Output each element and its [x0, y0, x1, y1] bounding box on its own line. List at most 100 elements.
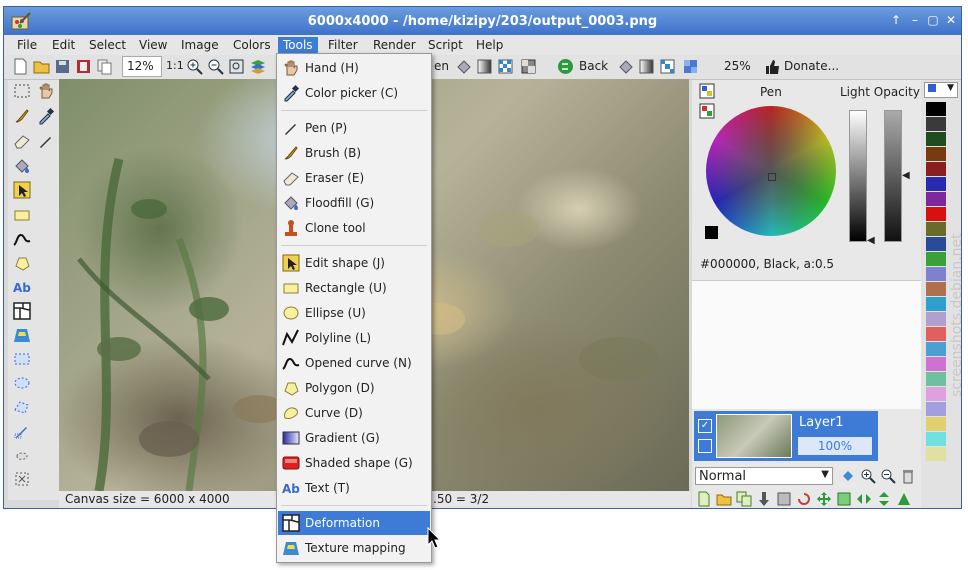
- gradient-mode-icon[interactable]: [476, 58, 493, 75]
- menu-item-shaded-shape[interactable]: Shaded shape (G): [278, 451, 430, 475]
- menu-item-text[interactable]: Ab Text (T): [278, 476, 430, 500]
- deformation-tool-icon[interactable]: [13, 302, 31, 320]
- reset-colors-icon[interactable]: [699, 103, 715, 119]
- palette-swatch[interactable]: [926, 447, 946, 461]
- copy-icon[interactable]: [96, 58, 113, 75]
- menu-item-gradient[interactable]: Gradient (G): [278, 426, 430, 450]
- palette-swatch[interactable]: [926, 417, 946, 431]
- palette-swatch[interactable]: [926, 222, 946, 236]
- maximize-icon[interactable]: ▢: [926, 13, 940, 27]
- back-gradient-icon[interactable]: [638, 58, 655, 75]
- palette-swatch[interactable]: [926, 192, 946, 206]
- open-folder-icon[interactable]: [33, 58, 50, 75]
- menu-item-edit-shape[interactable]: Edit shape (J): [278, 251, 430, 275]
- menu-render[interactable]: Render: [368, 37, 421, 54]
- palette-swatch[interactable]: [926, 267, 946, 281]
- edit-shape-tool-icon[interactable]: [13, 181, 31, 199]
- duplicate-layer-icon[interactable]: [736, 491, 752, 507]
- lightness-slider[interactable]: [849, 110, 867, 242]
- opacity-slider-handle[interactable]: ◀: [902, 170, 910, 181]
- save-icon[interactable]: [54, 58, 71, 75]
- minimize-icon[interactable]: –: [908, 13, 922, 27]
- layer-fill-icon[interactable]: [840, 468, 856, 484]
- merge-layer-icon[interactable]: [756, 491, 772, 507]
- transparency-mode-icon[interactable]: [497, 58, 514, 75]
- add-layer-icon[interactable]: [696, 491, 712, 507]
- donate-button[interactable]: Donate...: [784, 59, 839, 73]
- zoom-out-icon[interactable]: [207, 58, 224, 75]
- palette-swatch[interactable]: [926, 402, 946, 416]
- layer-flip-h-icon[interactable]: [856, 491, 872, 507]
- menu-item-rectangle[interactable]: Rectangle (U): [278, 276, 430, 300]
- keep-above-icon[interactable]: ↑: [889, 13, 903, 27]
- layer-flip-v-icon[interactable]: [876, 491, 892, 507]
- select-pen-icon[interactable]: [13, 422, 31, 440]
- menu-item-floodfill[interactable]: Floodfill (G): [278, 191, 430, 215]
- layer-zoom-out-icon[interactable]: [880, 468, 896, 484]
- color-wheel-cursor[interactable]: [768, 173, 776, 181]
- menu-item-color-picker[interactable]: Color picker (C): [278, 81, 430, 105]
- menu-item-ellipse[interactable]: Ellipse (U): [278, 301, 430, 325]
- palette-swatch[interactable]: [926, 432, 946, 446]
- palette-swatch[interactable]: [926, 132, 946, 146]
- lightness-slider-handle[interactable]: ◀: [867, 235, 875, 246]
- palette-swatch[interactable]: [926, 342, 946, 356]
- menu-script[interactable]: Script: [423, 37, 468, 54]
- palette-swatch[interactable]: [926, 207, 946, 221]
- palette-swatch[interactable]: [926, 357, 946, 371]
- back-floodfill-icon[interactable]: [617, 58, 634, 75]
- menu-item-curve[interactable]: Curve (D): [278, 401, 430, 425]
- layer-visible-checkbox[interactable]: ✓: [698, 419, 712, 433]
- menu-item-hand[interactable]: Hand (H): [278, 56, 430, 80]
- layer-opacity[interactable]: 100%: [798, 437, 872, 455]
- layer-blend-icon[interactable]: [698, 439, 712, 453]
- zoom2-value[interactable]: 25%: [724, 59, 751, 73]
- texture-mapping-tool-icon[interactable]: [13, 326, 31, 344]
- swap-colors-icon[interactable]: [699, 83, 715, 99]
- layer-zoom-in-icon[interactable]: [860, 468, 876, 484]
- select-ellipse-icon[interactable]: [13, 374, 31, 392]
- palette-swatch[interactable]: [926, 297, 946, 311]
- zoom-fit-icon[interactable]: [228, 58, 245, 75]
- layer-move-icon[interactable]: [816, 491, 832, 507]
- menu-edit[interactable]: Edit: [47, 37, 80, 54]
- title-bar[interactable]: 6000x4000 - /home/kizipy/203/output_0003…: [4, 7, 961, 35]
- menu-filter[interactable]: Filter: [323, 37, 363, 54]
- palette-swatch[interactable]: [926, 327, 946, 341]
- zoom-1to1-button[interactable]: 1:1: [166, 59, 184, 72]
- back-transparency-icon[interactable]: [659, 58, 676, 75]
- menu-colors[interactable]: Colors: [228, 37, 276, 54]
- layer-rotate-icon[interactable]: [796, 491, 812, 507]
- polygon-tool-icon[interactable]: [13, 254, 31, 272]
- palette-swatch[interactable]: [926, 312, 946, 326]
- palette-swatch[interactable]: [926, 372, 946, 386]
- pen-tool-icon[interactable]: [37, 132, 55, 150]
- text-tool-icon[interactable]: Ab: [13, 278, 31, 296]
- layer-properties-icon[interactable]: [776, 491, 792, 507]
- menu-image[interactable]: Image: [176, 37, 224, 54]
- brush-tool-icon[interactable]: [13, 107, 31, 125]
- new-file-icon[interactable]: [12, 58, 29, 75]
- palette-swatch[interactable]: [926, 252, 946, 266]
- layers-icon[interactable]: [249, 58, 266, 75]
- menu-item-clone[interactable]: Clone tool: [278, 216, 430, 240]
- checker-mode-icon[interactable]: [520, 58, 537, 75]
- select-poly-icon[interactable]: [13, 398, 31, 416]
- color-wheel[interactable]: [706, 106, 836, 236]
- deselect-icon[interactable]: [13, 470, 31, 488]
- palette-menu-button[interactable]: ▼: [924, 82, 958, 98]
- zoom-field[interactable]: 12%: [122, 56, 162, 77]
- menu-item-pen[interactable]: Pen (P): [278, 116, 430, 140]
- rectangle-tool-icon[interactable]: [13, 206, 31, 224]
- menu-item-texture-mapping[interactable]: Texture mapping: [278, 536, 430, 560]
- eraser-tool-icon[interactable]: [13, 132, 31, 150]
- palette-swatch[interactable]: [926, 237, 946, 251]
- menu-help[interactable]: Help: [471, 37, 508, 54]
- layer-delete-icon[interactable]: [900, 468, 916, 484]
- menu-item-deformation[interactable]: Deformation: [278, 511, 430, 535]
- floodfill-tool-icon[interactable]: [13, 157, 31, 175]
- color-picker-tool-icon[interactable]: [37, 107, 55, 125]
- menu-file[interactable]: File: [12, 37, 42, 54]
- palette-swatch[interactable]: [926, 102, 946, 116]
- palette-swatch[interactable]: [926, 282, 946, 296]
